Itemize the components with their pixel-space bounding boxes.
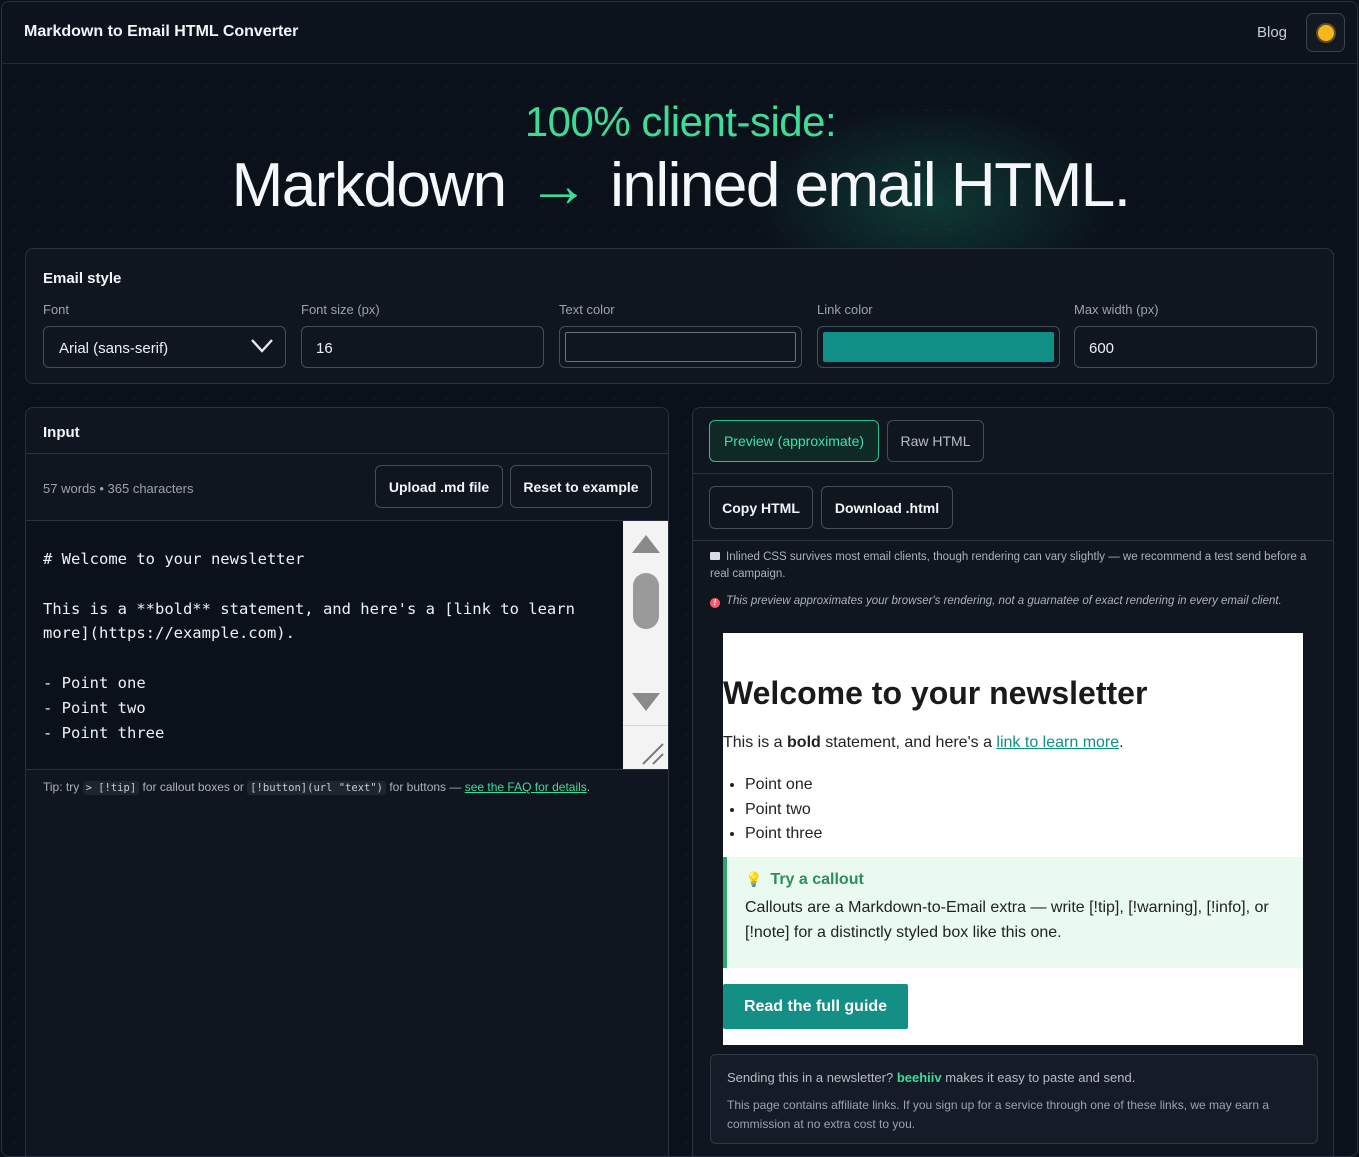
preview-heading: Welcome to your newsletter (723, 675, 1148, 711)
envelope-icon (710, 552, 720, 560)
tip-prefix: Tip: try (43, 780, 80, 794)
editor-tip: Tip: try > [!tip] for callout boxes or [… (43, 780, 591, 795)
markdown-textarea[interactable]: # Welcome to your newsletter This is a *… (43, 547, 623, 745)
tab-preview[interactable]: Preview (approximate) (709, 420, 879, 462)
lightbulb-icon: 💡 (745, 871, 763, 887)
list-item: Point three (745, 822, 822, 847)
warning-text: This preview approximates your browser's… (726, 595, 1282, 607)
sun-icon (1317, 24, 1334, 41)
copy-html-button[interactable]: Copy HTML (709, 486, 813, 529)
tip-middle: for callout boxes or (142, 780, 244, 794)
paragraph-text: This is a (723, 734, 783, 751)
input-panel: Input 57 words • 365 characters Upload .… (25, 407, 669, 1156)
preview-paragraph: This is a bold statement, and here's a l… (723, 734, 1124, 752)
inline-css-notice: Inlined CSS survives most email clients,… (710, 549, 1322, 583)
scroll-down-icon[interactable] (632, 693, 660, 711)
link-color-picker[interactable] (817, 326, 1060, 368)
top-bar: Markdown to Email HTML Converter Blog (2, 2, 1357, 64)
tip-code-callout: > [!tip] (82, 781, 140, 795)
list-item: Point one (745, 773, 822, 798)
preview-cta-button[interactable]: Read the full guide (723, 984, 908, 1029)
promo-text: makes it easy to paste and send. (945, 1070, 1136, 1085)
blog-link[interactable]: Blog (1257, 24, 1287, 41)
divider (693, 473, 1333, 474)
theme-toggle-button[interactable] (1306, 13, 1345, 52)
link-color-swatch (823, 332, 1054, 362)
preview-link[interactable]: link to learn more (996, 734, 1119, 751)
text-color-picker[interactable] (559, 326, 802, 368)
upload-md-button[interactable]: Upload .md file (375, 465, 503, 508)
hero-title-right: inlined email HTML. (610, 151, 1131, 220)
email-style-panel: Email style Font Arial (sans-serif) Font… (25, 248, 1334, 384)
tip-code-button: [!button](url "text") (247, 781, 386, 795)
hero-title-left: Markdown (231, 151, 508, 220)
preview-callout: 💡 Try a callout Callouts are a Markdown-t… (723, 857, 1303, 968)
preview-list: Point one Point two Point three (745, 773, 822, 847)
editor-scrollbar[interactable] (623, 521, 668, 769)
reset-example-button[interactable]: Reset to example (510, 465, 652, 508)
link-color-label: Link color (817, 302, 873, 317)
resize-grip[interactable] (623, 725, 668, 769)
divider (693, 540, 1333, 541)
paragraph-bold: bold (787, 734, 821, 751)
word-count: 57 words • 365 characters (43, 481, 194, 496)
app-title: Markdown to Email HTML Converter (24, 23, 299, 40)
text-color-swatch (565, 332, 796, 362)
chevron-down-icon (251, 339, 273, 353)
preview-warning: ! This preview approximates your browser'… (710, 593, 1322, 610)
markdown-editor[interactable]: # Welcome to your newsletter This is a *… (26, 520, 668, 770)
input-title: Input (43, 424, 80, 441)
affiliate-disclosure: This page contains affiliate links. If y… (727, 1098, 1270, 1131)
font-label: Font (43, 302, 70, 317)
font-select-value: Arial (sans-serif) (59, 340, 169, 357)
callout-title: 💡 Try a callout (745, 871, 864, 889)
arrow-right-icon: → (527, 151, 590, 220)
max-width-input[interactable]: 600 (1074, 326, 1317, 368)
notice-text: Inlined CSS survives most email clients,… (710, 551, 1307, 580)
affiliate-box: Sending this in a newsletter? beehiiv ma… (710, 1054, 1318, 1144)
hero-subtitle: 100% client-side: (524, 98, 837, 145)
max-width-label: Max width (px) (1074, 302, 1159, 317)
scroll-thumb[interactable] (633, 573, 659, 629)
beehiiv-link[interactable]: beehiiv (897, 1070, 942, 1085)
faq-link[interactable]: see the FAQ for details (465, 780, 587, 794)
warning-icon: ! (710, 598, 720, 608)
font-size-input[interactable]: 16 (301, 326, 544, 368)
hero-title: Markdown → inlined email HTML. (2, 150, 1357, 221)
tip-end: . (586, 780, 591, 794)
callout-body: Callouts are a Markdown-to-Email extra —… (745, 899, 1269, 941)
email-style-title: Email style (43, 270, 122, 287)
tab-raw-html[interactable]: Raw HTML (887, 420, 984, 462)
divider (26, 453, 668, 454)
affiliate-promo: Sending this in a newsletter? beehiiv ma… (727, 1070, 1135, 1085)
download-html-button[interactable]: Download .html (821, 486, 953, 529)
tip-suffix: for buttons — (389, 780, 462, 794)
scroll-up-icon[interactable] (632, 535, 660, 553)
app-frame: Markdown to Email HTML Converter Blog 10… (1, 1, 1358, 1157)
email-preview: Welcome to your newsletter This is a bol… (723, 633, 1303, 1045)
font-select[interactable]: Arial (sans-serif) (43, 326, 286, 368)
font-size-label: Font size (px) (301, 302, 380, 317)
callout-title-text: Try a callout (770, 871, 864, 888)
text-color-label: Text color (559, 302, 615, 317)
output-panel: Preview (approximate) Raw HTML Copy HTML… (692, 407, 1334, 1156)
promo-text: Sending this in a newsletter? (727, 1070, 894, 1085)
list-item: Point two (745, 798, 822, 823)
resize-handle-icon (642, 743, 664, 765)
paragraph-end: . (1119, 734, 1124, 751)
paragraph-text: statement, and here's a (825, 734, 992, 751)
